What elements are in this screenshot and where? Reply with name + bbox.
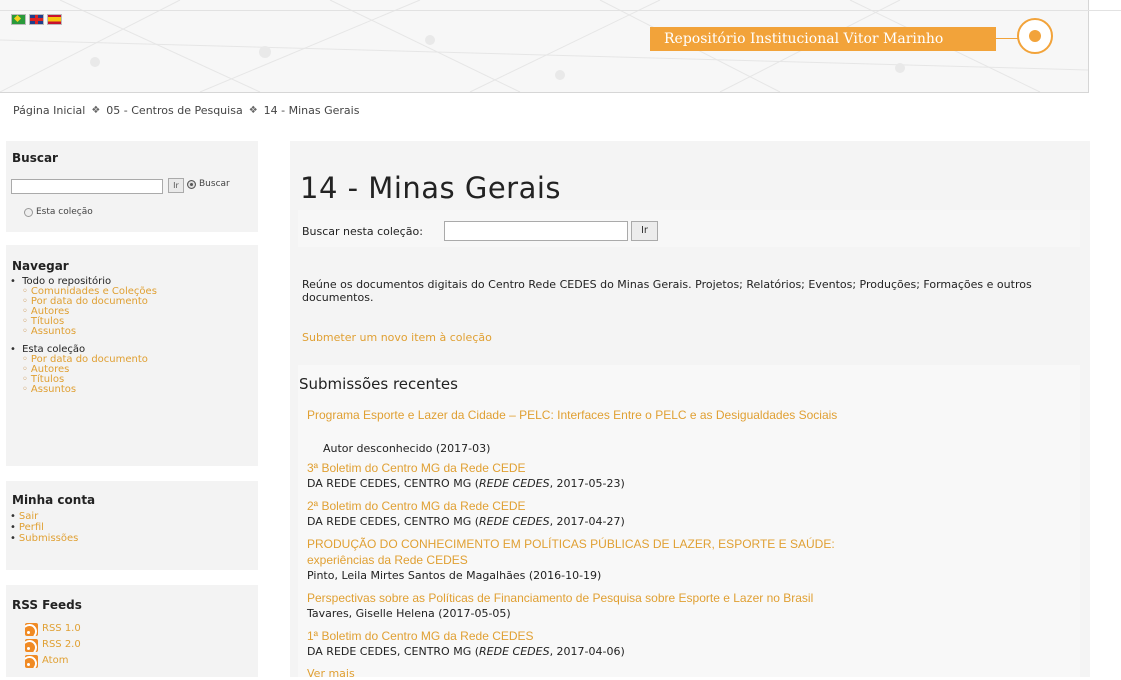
sidebar-search-input[interactable]	[11, 179, 163, 194]
submission-date: , 2017-05-23)	[549, 477, 625, 490]
sidebar-navigate-heading: Navegar	[12, 259, 69, 273]
breadcrumb-home[interactable]: Página Inicial	[13, 104, 85, 117]
radio-unselected-icon[interactable]	[24, 207, 33, 217]
rss-feed-link[interactable]: RSS 1.0	[25, 621, 81, 637]
submission-date: , 2017-04-27)	[549, 515, 625, 528]
submission-title-link[interactable]: 3ª Boletim do Centro MG da Rede CEDE	[307, 461, 526, 475]
collection-search-label: Buscar nesta coleção:	[302, 225, 423, 238]
account-link-label[interactable]: Submissões	[19, 533, 78, 544]
language-selector	[11, 14, 62, 25]
sidebar-search-go-button[interactable]: Ir	[168, 178, 184, 193]
submission-title-link-continued[interactable]: experiências da Rede CEDES	[307, 553, 468, 567]
rss-icon	[25, 638, 38, 652]
site-header: Repositório Institucional Vitor Marinho	[0, 0, 1089, 93]
rss-icon	[25, 622, 38, 636]
submission-publisher: REDE CEDES	[479, 477, 550, 490]
account-link-label[interactable]: Sair	[19, 511, 38, 522]
see-more-link[interactable]: Ver mais	[307, 667, 355, 680]
rss-feed-label[interactable]: Atom	[42, 653, 68, 669]
nav-group-collection: Esta coleção Por data do documento Autor…	[10, 345, 157, 395]
sidebar-search-heading: Buscar	[12, 151, 58, 165]
navigate-list: Todo o repositório Comunidades e Coleçõe…	[10, 277, 157, 403]
rss-feed-link[interactable]: RSS 2.0	[25, 637, 81, 653]
top-divider	[0, 10, 1121, 11]
sidebar-search-box: Buscar Ir Buscar Esta coleção	[6, 141, 258, 232]
scope-collection-label: Esta coleção	[36, 207, 93, 217]
account-link-label[interactable]: Perfil	[19, 522, 44, 533]
submission-title-link[interactable]: PRODUÇÃO DO CONHECIMENTO EM POLÍTICAS PÚ…	[307, 537, 835, 551]
repository-name-banner[interactable]: Repositório Institucional Vitor Marinho	[650, 27, 996, 51]
submission-author: DA REDE CEDES, CENTRO MG (	[307, 515, 480, 528]
radio-selected-icon[interactable]	[187, 179, 196, 189]
breadcrumb: Página Inicial ❖ 05 - Centros de Pesquis…	[13, 104, 359, 117]
breadcrumb-current: 14 - Minas Gerais	[263, 104, 360, 117]
scope-all-label: Buscar	[199, 179, 230, 189]
collection-search-go-button[interactable]: Ir	[631, 221, 658, 241]
submission-author: DA REDE CEDES, CENTRO MG (	[307, 477, 480, 490]
banner-connector	[996, 38, 1018, 39]
main-content: 14 - Minas Gerais Buscar nesta coleção: …	[290, 141, 1090, 680]
submission-meta: Tavares, Giselle Helena (2017-05-05)	[307, 607, 511, 620]
submission-publisher: REDE CEDES	[479, 515, 550, 528]
page-title: 14 - Minas Gerais	[300, 171, 562, 205]
submission-meta: DA REDE CEDES, CENTRO MG (REDE CEDES, 20…	[307, 645, 625, 658]
recent-submissions-heading: Submissões recentes	[299, 375, 458, 393]
submission-title-link[interactable]: Programa Esporte e Lazer da Cidade – PEL…	[307, 408, 837, 422]
spain-flag-icon[interactable]	[47, 14, 62, 25]
submission-meta: DA REDE CEDES, CENTRO MG (REDE CEDES, 20…	[307, 515, 625, 528]
rss-list: RSS 1.0 RSS 2.0 Atom	[25, 621, 81, 669]
sidebar-account-box: Minha conta Sair Perfil Submissões	[6, 481, 258, 570]
account-link-profile[interactable]: Perfil	[10, 522, 78, 533]
breadcrumb-separator-icon: ❖	[248, 105, 258, 116]
breadcrumb-separator-icon: ❖	[91, 105, 101, 116]
submission-meta: DA REDE CEDES, CENTRO MG (REDE CEDES, 20…	[307, 477, 625, 490]
collection-search-input[interactable]	[444, 221, 628, 241]
account-list: Sair Perfil Submissões	[10, 511, 78, 544]
submission-date: , 2017-04-06)	[549, 645, 625, 658]
scope-collection-option[interactable]: Esta coleção	[24, 207, 93, 217]
sidebar-rss-heading: RSS Feeds	[12, 598, 82, 612]
submission-meta: Autor desconhecido (2017-03)	[323, 442, 491, 455]
uk-flag-icon[interactable]	[29, 14, 44, 25]
submit-new-item-link[interactable]: Submeter um novo item à coleção	[302, 331, 492, 344]
rss-icon	[25, 654, 38, 668]
sidebar-navigate-box: Navegar Todo o repositório Comunidades e…	[6, 245, 258, 466]
breadcrumb-centros[interactable]: 05 - Centros de Pesquisa	[106, 104, 242, 117]
account-link-logout[interactable]: Sair	[10, 511, 78, 522]
submission-publisher: REDE CEDES	[479, 645, 550, 658]
nav-link[interactable]: Assuntos	[22, 385, 157, 395]
nav-link-label[interactable]: Assuntos	[31, 384, 76, 395]
sidebar-account-heading: Minha conta	[12, 493, 96, 507]
rss-feed-label[interactable]: RSS 2.0	[42, 637, 81, 653]
submission-meta: Pinto, Leila Mirtes Santos de Magalhães …	[307, 569, 602, 582]
logo-icon[interactable]	[1017, 18, 1053, 54]
account-link-submissions[interactable]: Submissões	[10, 533, 78, 544]
logo-dot	[1029, 30, 1041, 42]
nav-link-label[interactable]: Assuntos	[31, 326, 76, 337]
submission-title-link[interactable]: 1ª Boletim do Centro MG da Rede CEDES	[307, 629, 534, 643]
brazil-flag-icon[interactable]	[11, 14, 26, 25]
sidebar-rss-box: RSS Feeds RSS 1.0 RSS 2.0 Atom	[6, 585, 258, 677]
submission-title-link[interactable]: 2ª Boletim do Centro MG da Rede CEDE	[307, 499, 526, 513]
submission-author: DA REDE CEDES, CENTRO MG (	[307, 645, 480, 658]
rss-feed-label[interactable]: RSS 1.0	[42, 621, 81, 637]
nav-link[interactable]: Assuntos	[22, 327, 157, 337]
rss-feed-link[interactable]: Atom	[25, 653, 81, 669]
nav-group-repository: Todo o repositório Comunidades e Coleçõe…	[10, 277, 157, 337]
scope-all-option[interactable]: Buscar	[187, 179, 230, 189]
submission-title-link[interactable]: Perspectivas sobre as Políticas de Finan…	[307, 591, 813, 605]
collection-description: Reúne os documentos digitais do Centro R…	[302, 278, 1032, 304]
